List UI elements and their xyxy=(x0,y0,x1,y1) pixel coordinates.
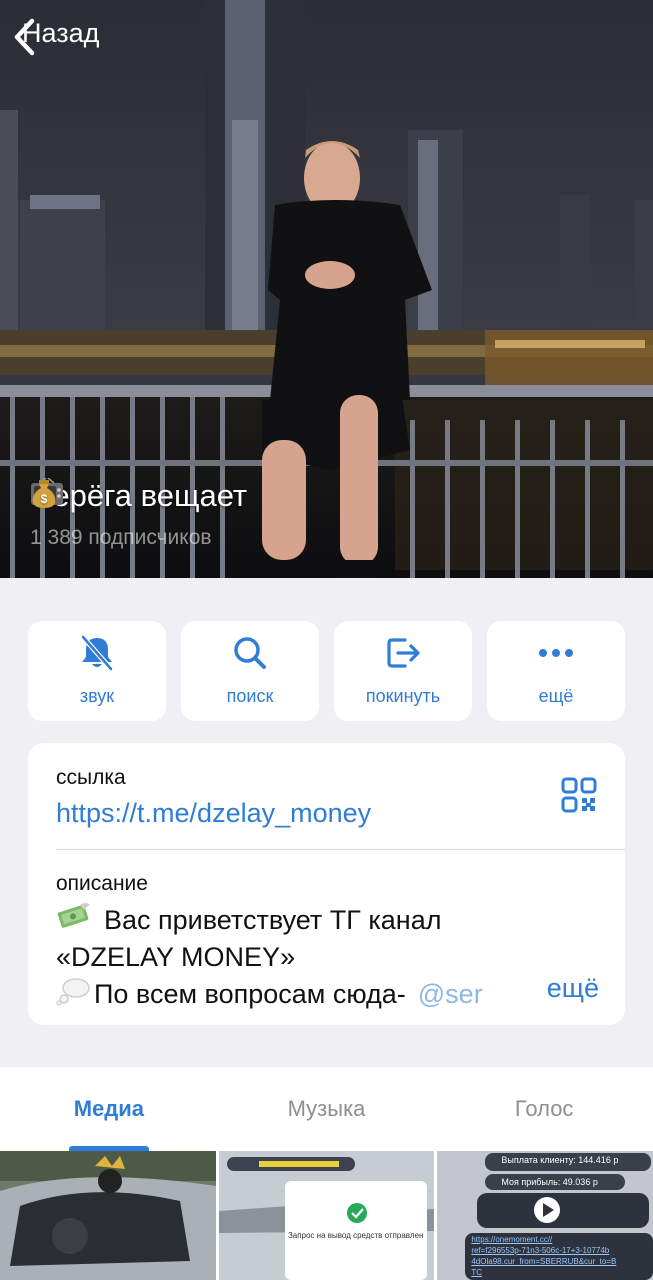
description-label: описание xyxy=(56,872,148,895)
leave-icon xyxy=(383,635,423,676)
search-icon xyxy=(230,635,270,676)
channel-actions: звук поиск покинуть ещё xyxy=(28,621,625,721)
back-button[interactable]: Назад xyxy=(12,18,99,56)
media-thumbnail-car[interactable] xyxy=(0,1151,216,1280)
description-more-link[interactable]: ещё xyxy=(520,973,599,1004)
search-label: поиск xyxy=(226,686,274,706)
more-dots-icon xyxy=(536,635,576,676)
description-line-1: Вас приветствует ТГ канал xyxy=(104,905,442,935)
subscribers-count: 1 389 подписчиков xyxy=(30,526,212,549)
more-button[interactable]: ещё xyxy=(487,621,625,721)
tab-voice[interactable]: Голос xyxy=(435,1067,653,1151)
mute-button[interactable]: звук xyxy=(28,621,166,721)
qr-code-icon[interactable] xyxy=(561,777,597,818)
more-label: ещё xyxy=(538,686,574,706)
search-button[interactable]: поиск xyxy=(181,621,319,721)
channel-info-card: ссылка https://t.me/dzelay_money описани… xyxy=(28,743,625,1025)
divider xyxy=(56,849,625,850)
shared-media-tabs: Медиа Музыка Голос xyxy=(0,1067,653,1151)
withdrawal-screenshot xyxy=(218,1151,435,1280)
mute-label: звук xyxy=(79,686,115,706)
flying-money-icon xyxy=(56,901,92,940)
channel-link[interactable]: https://t.me/dzelay_money xyxy=(56,798,371,829)
media-thumbnail-payout[interactable]: Выплата клиенту: 144.416 р Моя прибыль: … xyxy=(437,1151,653,1280)
car-photo xyxy=(0,1151,216,1280)
link-label: ссылка xyxy=(56,766,126,789)
description-line-2: «DZELAY MONEY» xyxy=(56,942,296,972)
tab-media[interactable]: Медиа xyxy=(0,1067,218,1151)
payout-ref-2: 4dOla98.cur_from=SBERRUB&cur_to=B xyxy=(471,1257,617,1266)
channel-header-photo: Назад Серёга вещает $ 1 389 подписчиков xyxy=(0,0,653,578)
withdrawal-caption: Запрос на вывод средств отправлен xyxy=(287,1231,424,1240)
media-thumbnail-withdrawal[interactable]: Запрос на вывод средств отправлен xyxy=(218,1151,435,1280)
mention-link[interactable]: @ser xyxy=(418,977,483,1012)
bell-off-icon xyxy=(77,635,117,676)
payout-link: https://onemoment.cc// xyxy=(471,1235,553,1244)
leave-label: покинуть xyxy=(365,686,441,706)
leave-button[interactable]: покинуть xyxy=(334,621,472,721)
thought-bubble-icon xyxy=(56,975,90,1014)
channel-title: Серёга вещает $ xyxy=(30,478,255,514)
payout-amount: Выплата клиенту: 144.416 р xyxy=(501,1155,619,1165)
media-grid: Запрос на вывод средств отправлен Выплат… xyxy=(0,1151,653,1280)
svg-text:$: $ xyxy=(41,492,48,506)
payout-ref-3: TC xyxy=(471,1268,483,1277)
tab-music[interactable]: Музыка xyxy=(218,1067,436,1151)
payout-ref: ref=f296553p-71n3-506c-17+3-10774b xyxy=(471,1246,610,1255)
description-line-3: По всем вопросам сюда- xyxy=(94,979,406,1009)
profit-amount: Моя прибыль: 49.036 р xyxy=(501,1177,598,1187)
